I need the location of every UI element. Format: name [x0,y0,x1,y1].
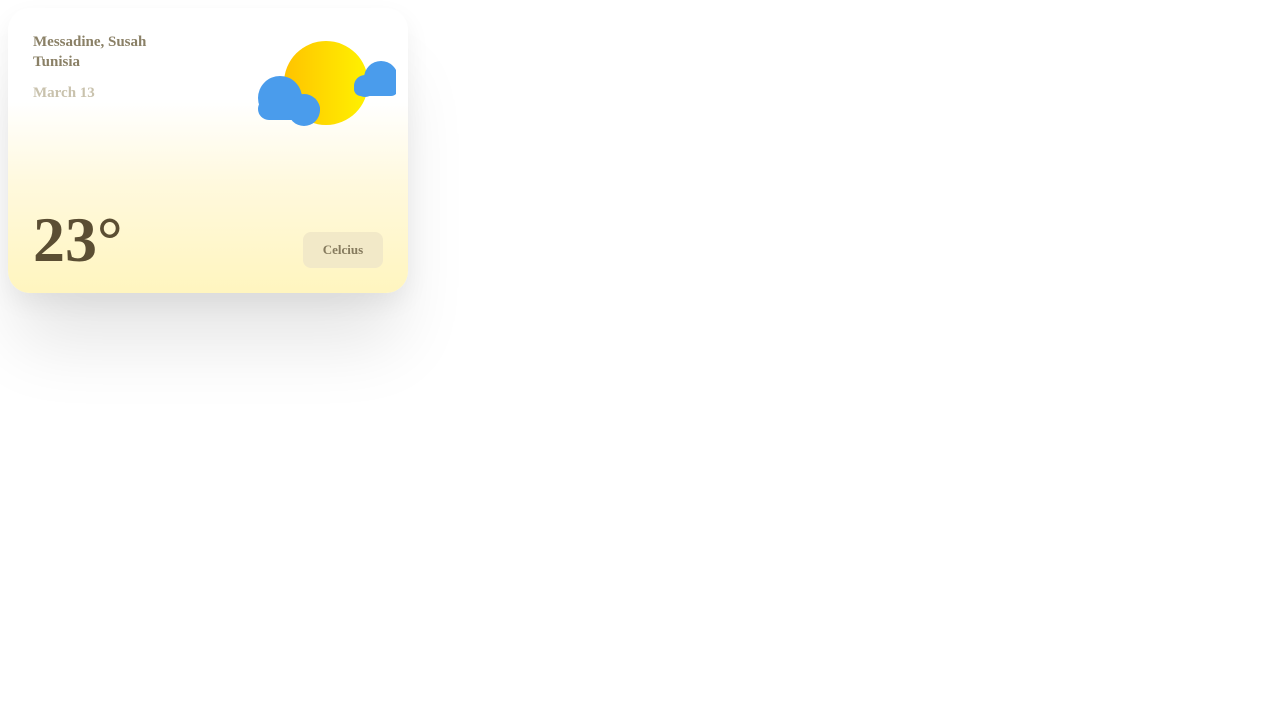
location: Messadine, Susah Tunisia [33,32,203,72]
location-city: Messadine, Susah [33,34,147,50]
location-country: Tunisia [33,54,80,70]
unit-toggle-button[interactable]: Celcius [303,232,383,268]
temperature-value: 23° [33,204,123,275]
date-label: March 13 [33,85,95,101]
partly-cloudy-sun-icon [258,41,396,126]
weather-card: Messadine, Susah Tunisia March 13 23° Ce… [8,8,408,293]
